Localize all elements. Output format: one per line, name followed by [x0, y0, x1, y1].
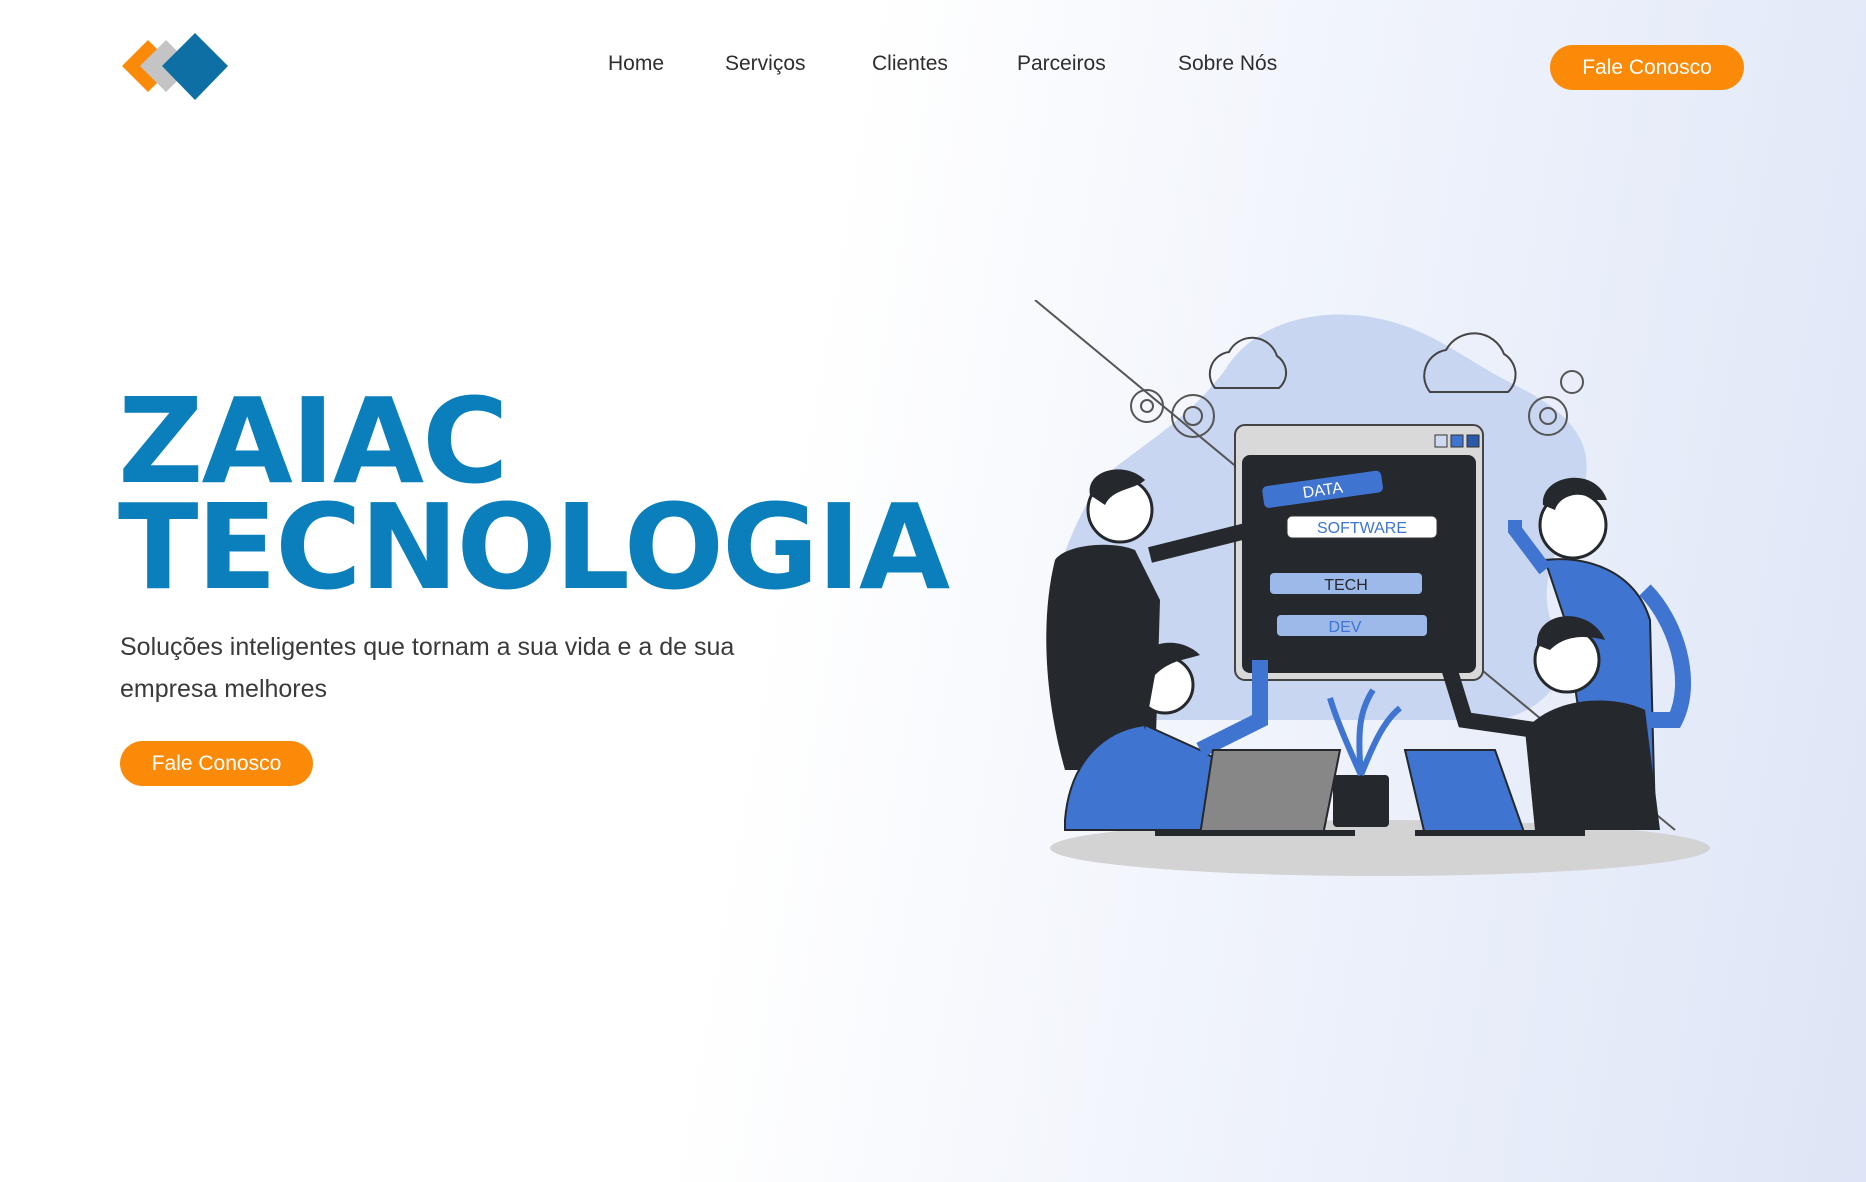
nav-item-home[interactable]: Home	[608, 52, 664, 76]
header-contact-button[interactable]: Fale Conosco	[1550, 45, 1744, 90]
hero-title-line-2: TECNOLOGIA	[118, 478, 950, 616]
illustration-label-tech: TECH	[1324, 577, 1368, 594]
hero-subtitle: Soluções inteligentes que tornam a sua v…	[120, 633, 735, 703]
hero-title: ZAIAC TECNOLOGIA	[118, 382, 998, 616]
nav-item-sobre-nos[interactable]: Sobre Nós	[1178, 52, 1277, 76]
nav-item-clientes[interactable]: Clientes	[872, 52, 948, 76]
hero-contact-button[interactable]: Fale Conosco	[120, 741, 313, 786]
illustration-label-software: SOFTWARE	[1317, 520, 1407, 537]
top-navigation: Home Serviços Clientes Parceiros Sobre N…	[0, 0, 1866, 140]
nav-item-parceiros[interactable]: Parceiros	[1017, 52, 1106, 76]
team-illustration: DATA SOFTWARE TECH DEV	[1034, 300, 1710, 876]
illustration-label-dev: DEV	[1329, 619, 1362, 636]
nav-item-servicos[interactable]: Serviços	[725, 52, 806, 76]
